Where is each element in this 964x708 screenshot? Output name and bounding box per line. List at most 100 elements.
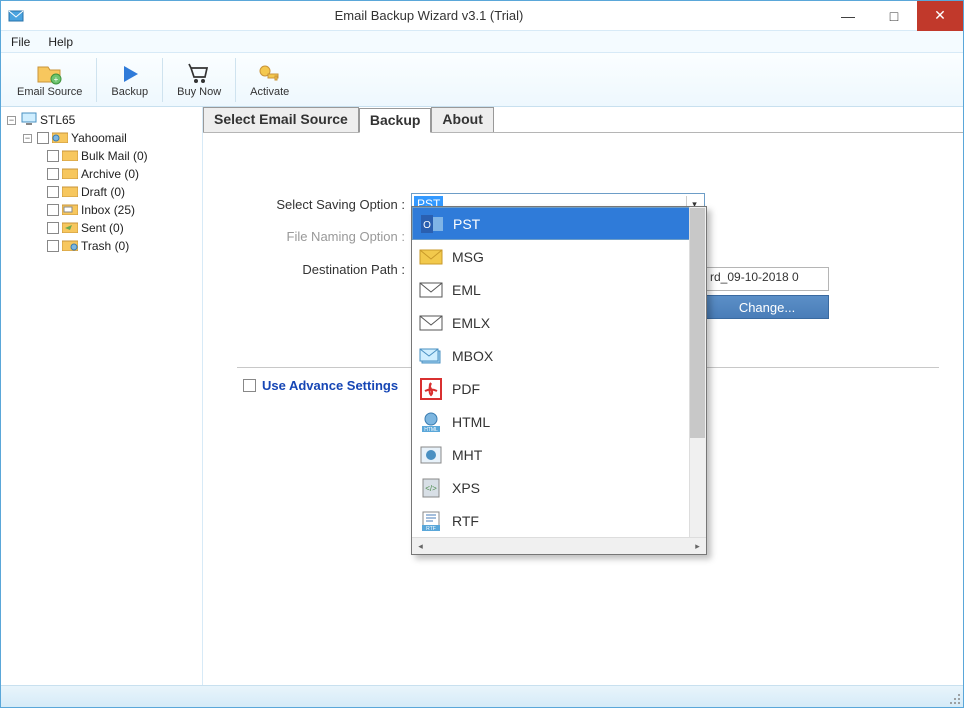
tree-folder[interactable]: Inbox (25) <box>5 201 202 219</box>
window-title: Email Backup Wizard v3.1 (Trial) <box>33 8 825 23</box>
tree-folder[interactable]: Bulk Mail (0) <box>5 147 202 165</box>
toolbar: + Email Source Backup Buy Now Activate <box>1 53 963 107</box>
inbox-icon <box>62 202 78 218</box>
pdf-icon <box>418 378 444 400</box>
dropdown-list: O PST MSG EML EMLX <box>412 207 706 537</box>
envelope-icon <box>418 246 444 268</box>
saving-option-dropdown: O PST MSG EML EMLX <box>411 206 707 555</box>
toolbar-divider <box>162 58 163 102</box>
destination-input[interactable]: rd_09-10-2018 0 <box>705 267 829 291</box>
dropdown-item-rtf[interactable]: RTF RTF <box>412 504 706 537</box>
advance-checkbox[interactable] <box>243 379 256 392</box>
tree-folder-label: Sent (0) <box>81 221 124 235</box>
computer-icon <box>21 112 37 128</box>
svg-text:O: O <box>423 220 431 231</box>
menubar: File Help <box>1 31 963 53</box>
dropdown-item-label: RTF <box>452 513 479 529</box>
folder-tree: − STL65 − Yahoomail Bulk Mail (0) Archiv… <box>1 107 203 685</box>
dropdown-scrollbar[interactable] <box>689 207 706 537</box>
scroll-right-icon[interactable]: ▸ <box>689 538 706 555</box>
dropdown-item-pdf[interactable]: PDF <box>412 372 706 405</box>
backup-button[interactable]: Backup <box>101 54 158 106</box>
envelope-icon <box>418 279 444 301</box>
dropdown-item-pst[interactable]: O PST <box>412 207 706 240</box>
folder-icon <box>62 184 78 200</box>
email-source-button[interactable]: + Email Source <box>7 54 92 106</box>
dropdown-item-label: HTML <box>452 414 490 430</box>
dropdown-item-emlx[interactable]: EMLX <box>412 306 706 339</box>
folder-icon <box>62 148 78 164</box>
dropdown-hscroll[interactable]: ◂ ▸ <box>412 537 706 554</box>
tree-folder[interactable]: Archive (0) <box>5 165 202 183</box>
advance-label[interactable]: Use Advance Settings <box>262 378 398 393</box>
right-panel: Select Email Source Backup About Select … <box>203 107 963 685</box>
tree-folder-label: Draft (0) <box>81 185 125 199</box>
checkbox[interactable] <box>47 222 59 234</box>
change-button[interactable]: Change... <box>705 295 829 319</box>
saving-option-label: Select Saving Option : <box>237 197 411 212</box>
collapse-icon[interactable]: − <box>23 134 32 143</box>
tree-account[interactable]: − Yahoomail <box>5 129 202 147</box>
tab-select-email-source[interactable]: Select Email Source <box>203 107 359 132</box>
dropdown-item-label: XPS <box>452 480 480 496</box>
menu-help[interactable]: Help <box>48 35 73 49</box>
dropdown-item-mht[interactable]: MHT <box>412 438 706 471</box>
checkbox[interactable] <box>47 204 59 216</box>
tab-backup[interactable]: Backup <box>359 108 432 133</box>
tabs: Select Email Source Backup About <box>203 107 963 133</box>
close-button[interactable]: ✕ <box>917 1 963 31</box>
trash-icon <box>62 238 78 254</box>
main-area: − STL65 − Yahoomail Bulk Mail (0) Archiv… <box>1 107 963 685</box>
globe-folder-icon <box>52 130 68 146</box>
titlebar: Email Backup Wizard v3.1 (Trial) — □ ✕ <box>1 1 963 31</box>
checkbox[interactable] <box>47 168 59 180</box>
tree-root-label: STL65 <box>40 113 75 127</box>
scroll-left-icon[interactable]: ◂ <box>412 538 429 555</box>
dropdown-item-mbox[interactable]: MBOX <box>412 339 706 372</box>
mht-icon <box>418 444 444 466</box>
svg-text:</>: </> <box>425 484 437 493</box>
backup-label: Backup <box>111 86 148 98</box>
maximize-button[interactable]: □ <box>871 1 917 31</box>
menu-file[interactable]: File <box>11 35 30 49</box>
checkbox[interactable] <box>47 186 59 198</box>
scrollbar-thumb[interactable] <box>690 208 705 438</box>
resize-grip-icon[interactable] <box>947 691 961 705</box>
dropdown-item-label: PST <box>453 216 480 232</box>
window-buttons: — □ ✕ <box>825 1 963 31</box>
tree-folder-label: Inbox (25) <box>81 203 135 217</box>
dropdown-item-eml[interactable]: EML <box>412 273 706 306</box>
tree-folder[interactable]: Draft (0) <box>5 183 202 201</box>
xps-icon: </> <box>418 477 444 499</box>
mailbox-icon <box>418 345 444 367</box>
tree-account-label: Yahoomail <box>71 131 127 145</box>
destination-label: Destination Path : <box>237 262 411 277</box>
checkbox[interactable] <box>47 240 59 252</box>
dropdown-item-html[interactable]: HTML HTML <box>412 405 706 438</box>
tree-folder[interactable]: Trash (0) <box>5 237 202 255</box>
dropdown-item-xps[interactable]: </> XPS <box>412 471 706 504</box>
tree-folder[interactable]: Sent (0) <box>5 219 202 237</box>
svg-text:+: + <box>53 75 58 84</box>
html-icon: HTML <box>418 411 444 433</box>
rtf-icon: RTF <box>418 510 444 532</box>
tree-folder-label: Trash (0) <box>81 239 129 253</box>
dropdown-item-msg[interactable]: MSG <box>412 240 706 273</box>
tree-folder-label: Archive (0) <box>81 167 139 181</box>
folder-icon <box>62 166 78 182</box>
email-source-label: Email Source <box>17 86 82 98</box>
buy-now-button[interactable]: Buy Now <box>167 54 231 106</box>
naming-option-label: File Naming Option : <box>237 229 411 244</box>
outlook-icon: O <box>419 213 445 235</box>
checkbox[interactable] <box>47 150 59 162</box>
toolbar-divider <box>235 58 236 102</box>
checkbox[interactable] <box>37 132 49 144</box>
tab-about[interactable]: About <box>431 107 493 132</box>
dropdown-item-label: EMLX <box>452 315 490 331</box>
dropdown-item-label: MSG <box>452 249 484 265</box>
minimize-button[interactable]: — <box>825 1 871 31</box>
collapse-icon[interactable]: − <box>7 116 16 125</box>
buy-now-label: Buy Now <box>177 86 221 98</box>
activate-button[interactable]: Activate <box>240 54 299 106</box>
tree-root[interactable]: − STL65 <box>5 111 202 129</box>
